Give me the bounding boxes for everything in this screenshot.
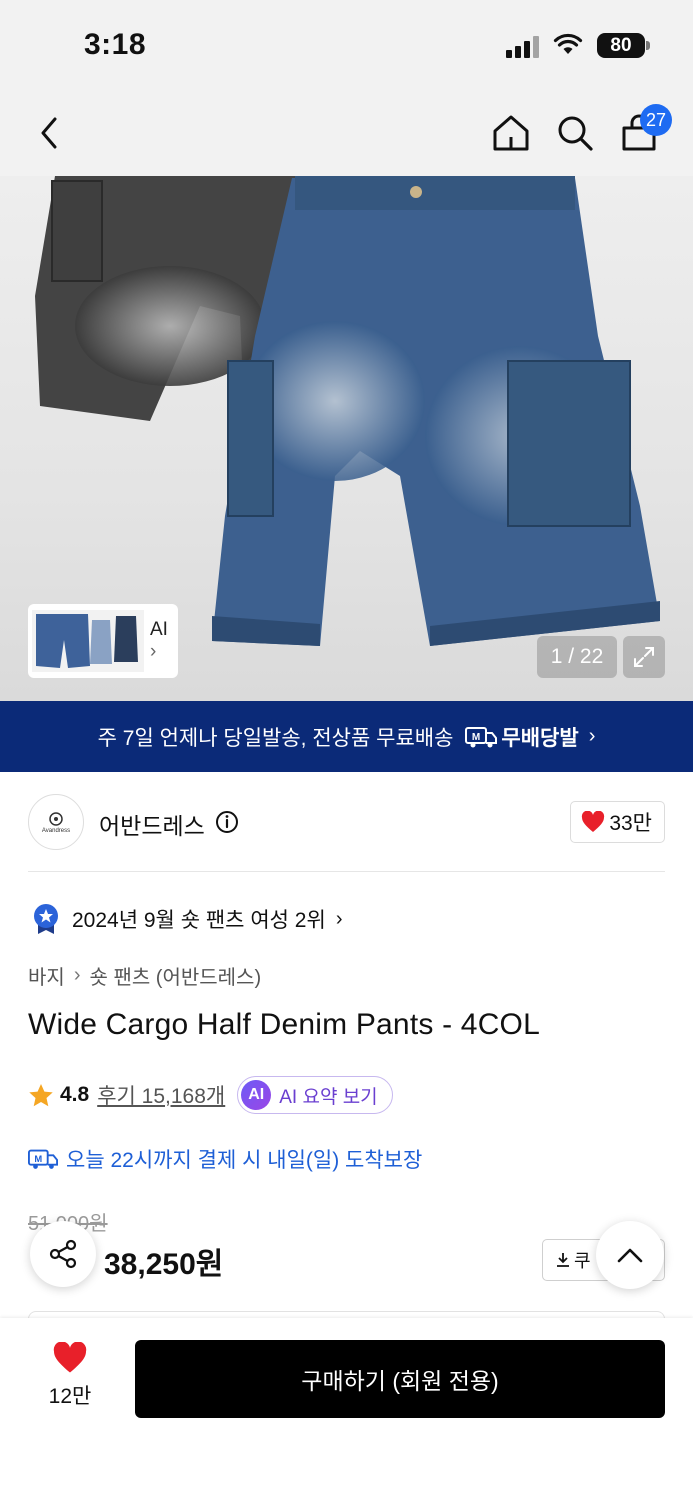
breadcrumb-category[interactable]: 바지 (28, 961, 65, 990)
free-shipping-banner[interactable]: 주 7일 언제나 당일발송, 전상품 무료배송 M 무배당발 › (0, 701, 693, 772)
status-time: 3:18 (84, 28, 147, 61)
signal-icon (506, 36, 542, 58)
heart-icon (53, 1342, 87, 1373)
coupon-label: 쿠 (574, 1251, 591, 1271)
battery-indicator: 80 (597, 33, 645, 58)
chevron-right-icon: › (150, 641, 157, 662)
back-button[interactable] (22, 106, 76, 160)
delivery-truck-icon: M (465, 726, 498, 747)
ai-similar-items-button[interactable]: AI › (28, 604, 178, 678)
home-icon (493, 115, 529, 151)
brand-like-count: 33만 (609, 812, 652, 835)
wishlist-button[interactable]: 12만 (32, 1342, 108, 1422)
search-icon (558, 116, 593, 151)
brand-name[interactable]: 어반드레스 (99, 807, 205, 841)
product-image-gallery[interactable]: AI › 1 / 22 (0, 176, 693, 701)
heart-icon (582, 811, 605, 832)
delivery-text: 오늘 22시까지 결제 시 내일(일) 도착보장 (66, 1149, 423, 1172)
ai-summary-button[interactable]: AI AI 요약 보기 (237, 1076, 393, 1114)
expand-image-button[interactable] (623, 636, 665, 678)
wifi-icon (553, 33, 583, 54)
chevron-left-icon (41, 117, 57, 149)
reviews-link[interactable]: 후기 15,168개 (97, 1080, 225, 1110)
status-bar: 3:18 80 (0, 0, 693, 92)
bottom-action-bar: 12만 구매하기 (회원 전용) (0, 1318, 693, 1500)
ranking-label: 2024년 9월 숏 팬츠 여성 2위 (72, 909, 326, 932)
cart-count-badge: 27 (640, 104, 672, 136)
star-icon (29, 1083, 53, 1106)
shipping-badge-label: 무배당발 (501, 726, 579, 750)
breadcrumb-subcategory[interactable]: 숏 팬츠 (어반드레스) (89, 961, 261, 990)
brand-row: Avandress 어반드레스 33만 (28, 794, 665, 850)
buy-button[interactable]: 구매하기 (회원 전용) (135, 1340, 665, 1418)
ranking-medal-icon (34, 904, 58, 934)
ranking-row[interactable]: 2024년 9월 숏 팬츠 여성 2위 › (32, 902, 342, 936)
ai-badge-icon: AI (241, 1080, 272, 1110)
home-button[interactable] (484, 106, 538, 160)
rating-row: 4.8 후기 15,168개 AI AI 요약 보기 (28, 1076, 393, 1114)
ai-summary-label: AI 요약 보기 (279, 1086, 378, 1108)
product-title: Wide Cargo Half Denim Pants - 4COL (28, 1008, 540, 1041)
chevron-right-icon: › (588, 725, 596, 747)
chevron-up-icon (617, 1248, 643, 1263)
chevron-right-icon: › (73, 964, 81, 986)
brand-logo[interactable]: Avandress (28, 794, 84, 850)
delivery-guarantee-row[interactable]: M 오늘 22시까지 결제 시 내일(일) 도착보장 (28, 1143, 422, 1175)
wishlist-count: 12만 (48, 1385, 92, 1408)
brand-like-button[interactable]: 33만 (570, 801, 665, 843)
brand-emblem-icon (49, 811, 63, 826)
image-page-counter: 1 / 22 (537, 636, 617, 678)
svg-text:M: M (472, 732, 480, 743)
ai-thumb-label: AI (150, 619, 168, 640)
scroll-to-top-button[interactable] (596, 1221, 664, 1289)
expand-icon (634, 647, 654, 667)
share-button[interactable] (30, 1221, 96, 1287)
ai-thumbnail-image (32, 610, 144, 672)
download-icon (557, 1253, 569, 1267)
chevron-right-icon: › (335, 907, 343, 930)
info-icon[interactable] (215, 810, 239, 834)
shipping-banner-text: 주 7일 언제나 당일발송, 전상품 무료배송 (97, 726, 454, 750)
delivery-truck-icon: M (28, 1149, 58, 1169)
top-nav-bar: 27 (0, 92, 693, 176)
sale-price: 38,250원 (104, 1248, 224, 1281)
rating-value: 4.8 (60, 1083, 90, 1106)
battery-tip (646, 41, 650, 50)
breadcrumb: 바지 › 숏 팬츠 (어반드레스) (28, 961, 261, 990)
search-button[interactable] (548, 106, 602, 160)
svg-text:M: M (34, 1154, 42, 1164)
brand-logo-text: Avandress (41, 827, 71, 834)
cart-button[interactable]: 27 (612, 104, 672, 160)
share-icon (49, 1239, 77, 1269)
divider (28, 871, 665, 872)
